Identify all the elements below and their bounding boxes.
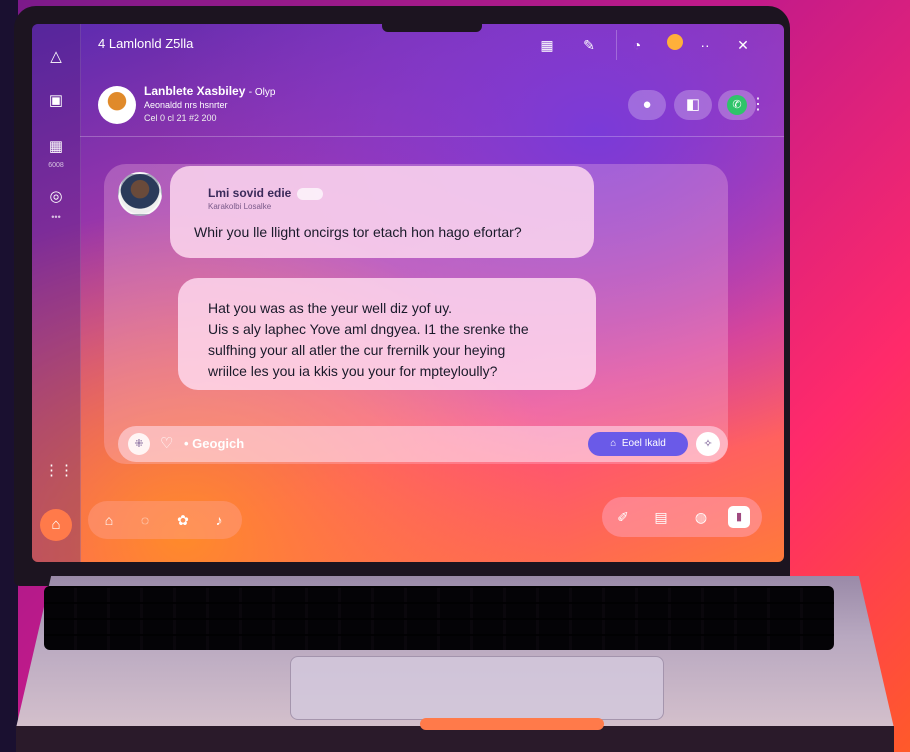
video-icon: ◧ <box>685 96 701 113</box>
message-line: Uis s aly laphec Yove aml dngyea. I1 the… <box>208 321 529 337</box>
contact-time: Cel 0 cl 21 #2 200 <box>144 113 217 123</box>
apps-grid-icon[interactable]: ⋮⋮ <box>44 460 74 482</box>
message-input[interactable]: • Geogich <box>184 436 244 451</box>
phone-icon: ✆ <box>727 95 747 116</box>
sticker-icon[interactable]: ✿ <box>172 509 194 531</box>
rail-more-dots[interactable]: ••• <box>32 212 80 222</box>
brush-icon[interactable]: ✐ <box>612 506 634 528</box>
clock-icon[interactable]: ◔ <box>626 34 648 56</box>
laptop-lid: △ ▣ ▦ 6008 ◎ ••• ⋮⋮ ⌂ 4 Lamlonld Z5lla ▦… <box>14 6 790 586</box>
bottom-dock-right: ✐ ▤ ◍ ▮ <box>602 497 762 537</box>
sender-name: Lmi sovid edie <box>208 186 324 200</box>
contact-avatar[interactable] <box>98 86 136 124</box>
keyboard <box>44 586 834 650</box>
app-screen: △ ▣ ▦ 6008 ◎ ••• ⋮⋮ ⌂ 4 Lamlonld Z5lla ▦… <box>32 24 784 562</box>
emoji-icon[interactable]: ♡ <box>160 434 173 452</box>
bell-icon[interactable]: △ <box>44 46 68 68</box>
contact-name-suffix: - Olyp <box>248 87 276 98</box>
calendar-icon[interactable]: ▦ <box>44 136 68 158</box>
note-icon[interactable]: ▮ <box>728 506 750 528</box>
toolbar-divider <box>616 30 617 60</box>
message-line: sulfhing your all atler the cur frernilk… <box>208 342 506 358</box>
message-text: Whir you lle llight oncirgs tor etach ho… <box>194 224 522 240</box>
sender-badge <box>297 187 324 200</box>
message-bubble[interactable]: Hat you was as the yeur well diz yof uy.… <box>178 278 596 390</box>
window-title[interactable]: 4 Lamlonld Z5lla <box>98 36 193 51</box>
globe-icon[interactable]: ◎ <box>44 186 68 208</box>
message-composer: ⁜ ♡ • Geogich ⌂ Eoel Ikald ✧ <box>118 426 728 462</box>
send-icon: ⌂ <box>610 438 622 449</box>
rail-tag: 6008 <box>48 162 64 169</box>
home-icon[interactable]: ⌂ <box>40 509 72 541</box>
bottom-dock-left: ⌂ ◌ ✿ ♪ <box>88 501 242 539</box>
message-text: Hat you was as the yeur well diz yof uy.… <box>208 298 529 382</box>
more-icon[interactable]: ·· <box>694 34 716 56</box>
palette-icon[interactable]: ◍ <box>690 506 712 528</box>
message-line: Hat you was as the yeur well diz yof uy. <box>208 300 453 316</box>
sender-subtitle: Karakolbi Losalke <box>208 202 272 211</box>
record-button[interactable]: ● <box>628 90 666 120</box>
sender-avatar[interactable] <box>118 172 162 216</box>
send-label: Eoel Ikald <box>621 438 666 449</box>
top-bar: 4 Lamlonld Z5lla ▦ ✎ ◔ ·· ✕ <box>80 24 784 66</box>
send-button[interactable]: ⌂ Eoel Ikald <box>588 432 688 456</box>
edit-icon[interactable]: ✎ <box>578 34 600 56</box>
chat-icon[interactable]: ◌ <box>134 509 156 531</box>
music-icon[interactable]: ♪ <box>208 509 230 531</box>
message-bubble[interactable]: Lmi sovid edie Karakolbi Losalke Whir yo… <box>170 166 594 258</box>
contact-name[interactable]: Lanblete Xasbiley - Olyp <box>144 84 275 98</box>
trackpad <box>290 656 664 720</box>
inbox-icon[interactable]: ▣ <box>44 90 68 112</box>
kebab-menu-icon[interactable]: ⋮ <box>750 94 766 114</box>
sender-name-text: Lmi sovid edie <box>208 186 292 200</box>
contact-status: Aeonaldd nrs hsnrter <box>144 100 228 110</box>
attach-icon[interactable]: ⁜ <box>128 433 150 455</box>
contact-name-text: Lanblete Xasbiley <box>144 84 246 98</box>
video-call-button[interactable]: ◧ <box>674 90 712 120</box>
front-notch <box>420 718 604 730</box>
close-icon[interactable]: ✕ <box>732 34 754 56</box>
contact-header: Lanblete Xasbiley - Olyp Aeonaldd nrs hs… <box>80 72 784 137</box>
grid-icon[interactable]: ▦ <box>536 34 558 56</box>
mic-icon[interactable]: ✧ <box>696 432 720 456</box>
avatar-icon[interactable] <box>664 34 686 56</box>
home-dock-icon[interactable]: ⌂ <box>98 509 120 531</box>
media-icon[interactable]: ▤ <box>650 506 672 528</box>
record-icon: ● <box>642 96 652 113</box>
left-rail: △ ▣ ▦ 6008 ◎ ••• ⋮⋮ ⌂ <box>32 24 81 562</box>
message-line: wriilce les you ia kkis you your for mpt… <box>208 363 498 379</box>
